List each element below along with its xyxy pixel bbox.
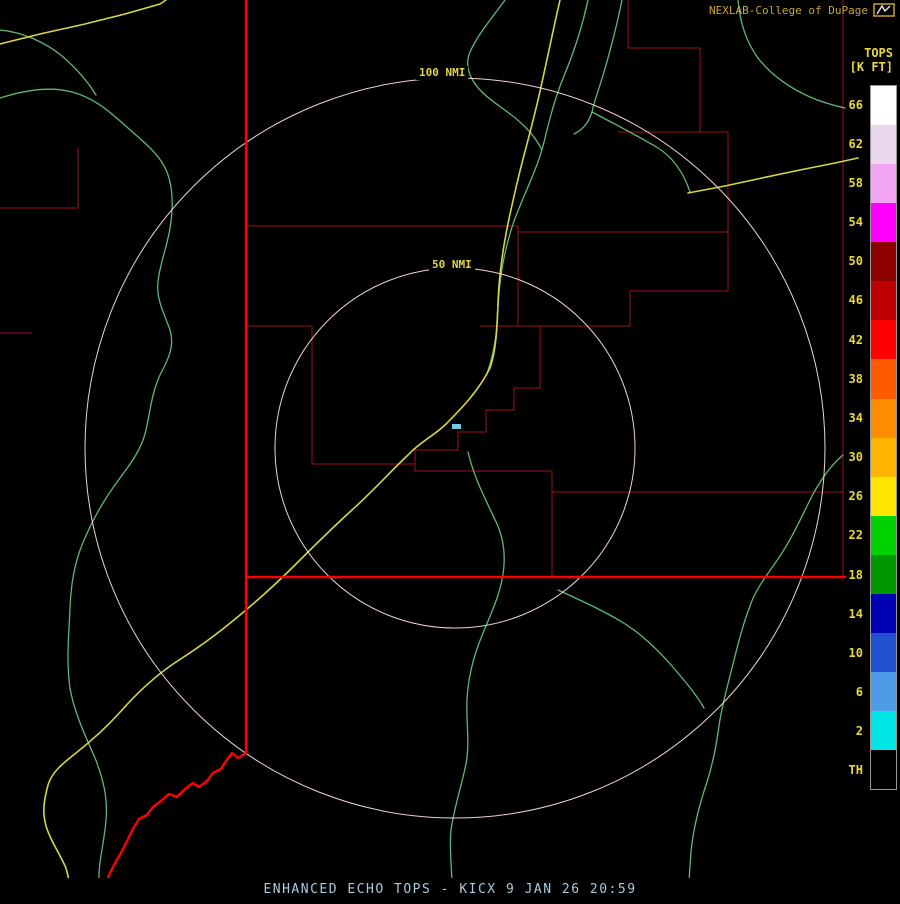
legend-color-30 — [871, 438, 896, 477]
legend-label-34: 34 — [829, 411, 863, 426]
legend-color-38 — [871, 359, 896, 398]
county-borders — [0, 0, 843, 577]
cod-logo-icon — [873, 3, 895, 17]
roads — [0, 0, 858, 884]
legend-label-58: 58 — [829, 176, 863, 191]
road — [44, 0, 560, 884]
radar-app: { "header": { "brand": "NEXLAB-College o… — [0, 0, 900, 900]
legend-color-2 — [871, 711, 896, 750]
legend-color-62 — [871, 125, 896, 164]
county-line — [246, 326, 843, 577]
range-ring-50nmi — [275, 268, 635, 628]
legend-color-14 — [871, 594, 896, 633]
river — [486, 0, 588, 376]
legend-label-6: 6 — [829, 685, 863, 700]
header: NEXLAB-College of DuPage — [709, 3, 895, 17]
legend-color-6 — [871, 672, 896, 711]
range-ring-100nmi — [85, 78, 825, 818]
legend-color-34 — [871, 399, 896, 438]
legend-label-46: 46 — [829, 293, 863, 308]
county-line — [246, 226, 728, 326]
legend-color-46 — [871, 281, 896, 320]
legend-labels: 66625854504642383430262218141062TH — [829, 0, 863, 900]
legend-label-26: 26 — [829, 489, 863, 504]
legend-color-TH — [871, 750, 896, 789]
legend-color-54 — [871, 203, 896, 242]
county-line — [415, 326, 540, 464]
radar-site-marker — [452, 424, 461, 429]
legend-label-2: 2 — [829, 724, 863, 739]
range-ring-label-100nmi: 100 NMI — [416, 66, 468, 80]
legend-label-22: 22 — [829, 528, 863, 543]
road — [0, 0, 166, 44]
legend-color-58 — [871, 164, 896, 203]
legend-color-66 — [871, 86, 896, 125]
state-border-line — [106, 577, 246, 883]
legend-color-22 — [871, 516, 896, 555]
county-line — [618, 0, 843, 577]
legend-label-14: 14 — [829, 607, 863, 622]
river — [558, 590, 704, 708]
county-line — [0, 148, 78, 333]
legend-label-54: 54 — [829, 215, 863, 230]
legend-label-TH: TH — [829, 763, 863, 778]
state-borders — [106, 0, 845, 883]
legend-colorbar — [870, 85, 897, 790]
legend-label-50: 50 — [829, 254, 863, 269]
legend-color-10 — [871, 633, 896, 672]
legend-label-38: 38 — [829, 372, 863, 387]
footer: ENHANCED ECHO TOPS - KICX 9 JAN 26 20:59 — [0, 878, 900, 900]
legend-label-10: 10 — [829, 646, 863, 661]
radar-map — [0, 0, 900, 900]
river — [689, 455, 843, 886]
product-title: ENHANCED ECHO TOPS - KICX 9 JAN 26 20:59 — [263, 882, 636, 897]
legend-color-50 — [871, 242, 896, 281]
legend-label-18: 18 — [829, 568, 863, 583]
legend-label-30: 30 — [829, 450, 863, 465]
river — [450, 452, 504, 886]
range-ring-label-50nmi: 50 NMI — [429, 258, 475, 272]
radar-map-viewport: 100 NMI 50 NMI — [0, 0, 900, 900]
legend-label-66: 66 — [829, 98, 863, 113]
legend-color-42 — [871, 320, 896, 359]
legend-label-62: 62 — [829, 137, 863, 152]
legend-color-18 — [871, 555, 896, 594]
legend-label-42: 42 — [829, 333, 863, 348]
river — [592, 112, 690, 192]
legend-color-26 — [871, 477, 896, 516]
range-rings — [85, 78, 825, 818]
